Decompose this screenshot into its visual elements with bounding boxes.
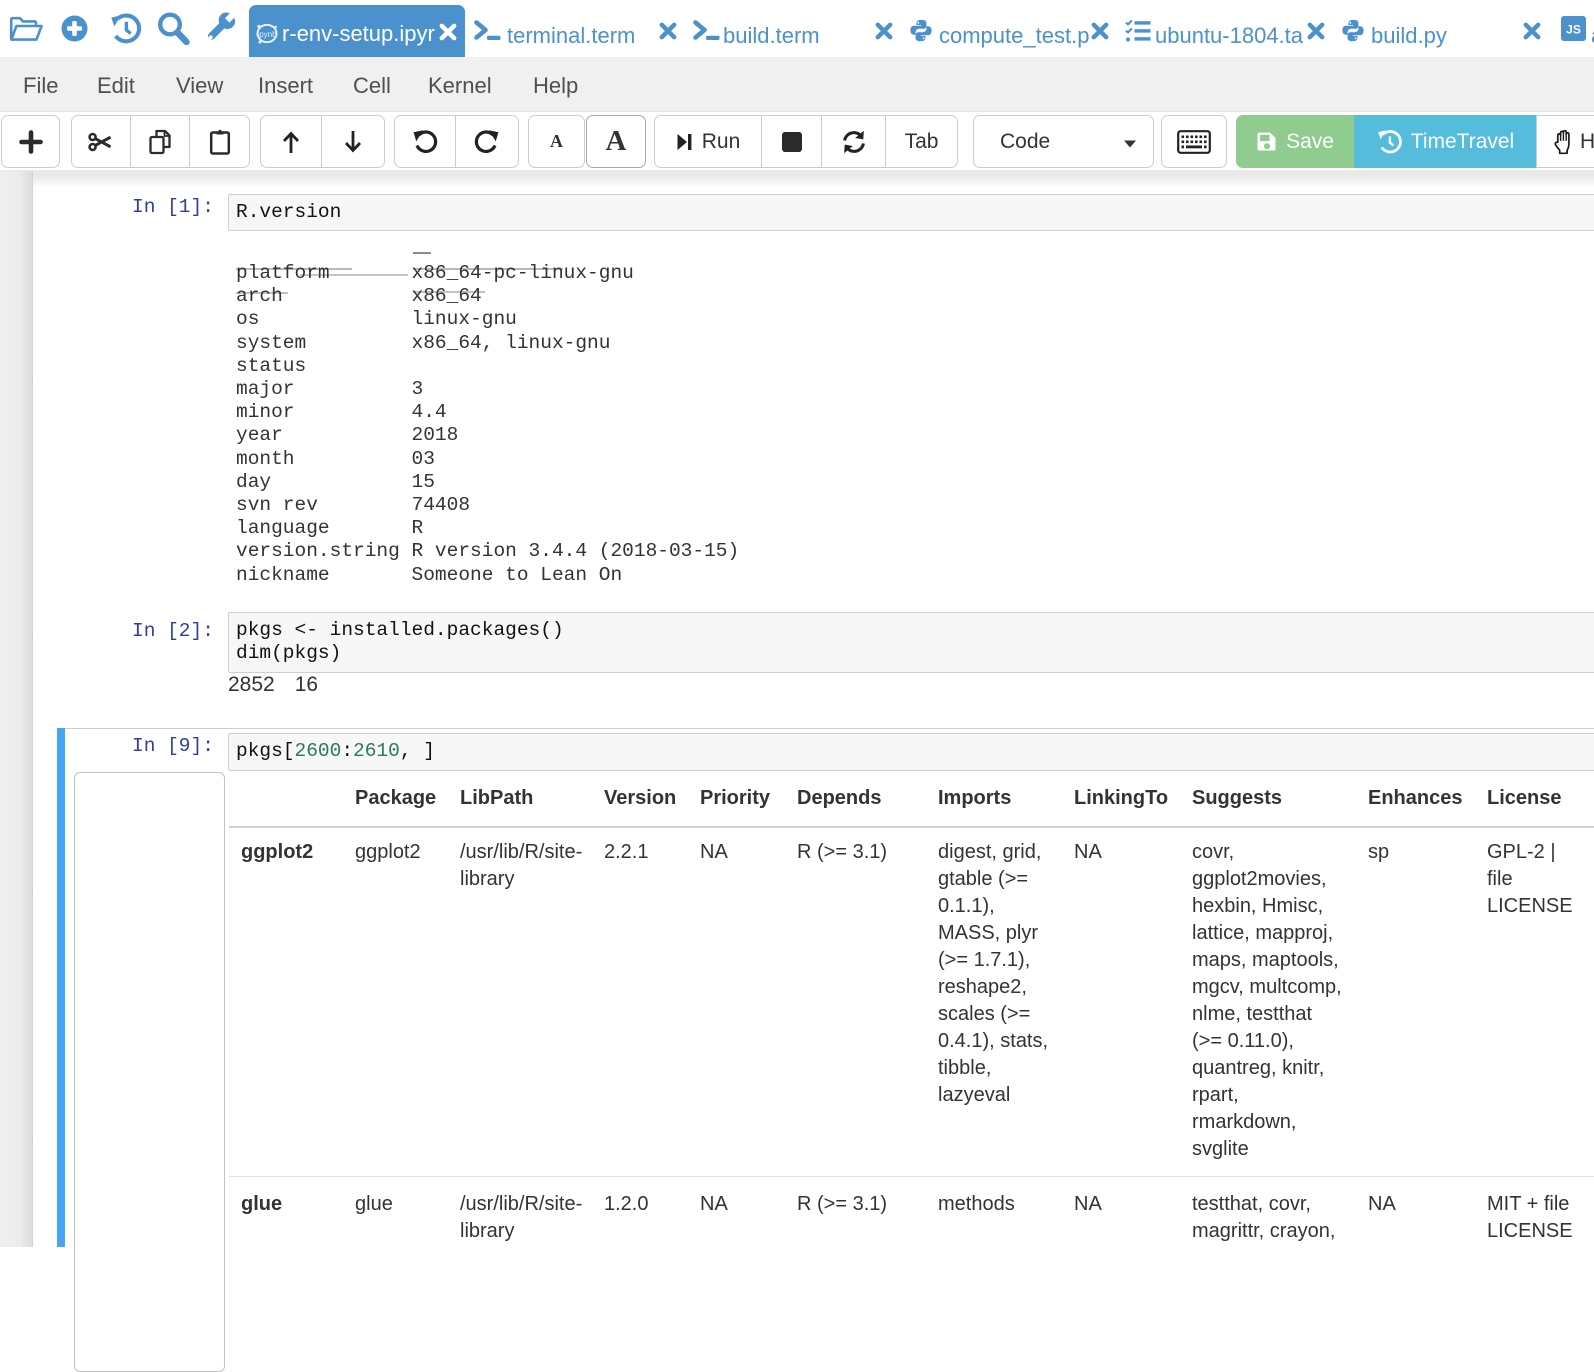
svg-text:ipynb: ipynb <box>257 30 277 39</box>
svg-text:JS: JS <box>1566 23 1581 37</box>
